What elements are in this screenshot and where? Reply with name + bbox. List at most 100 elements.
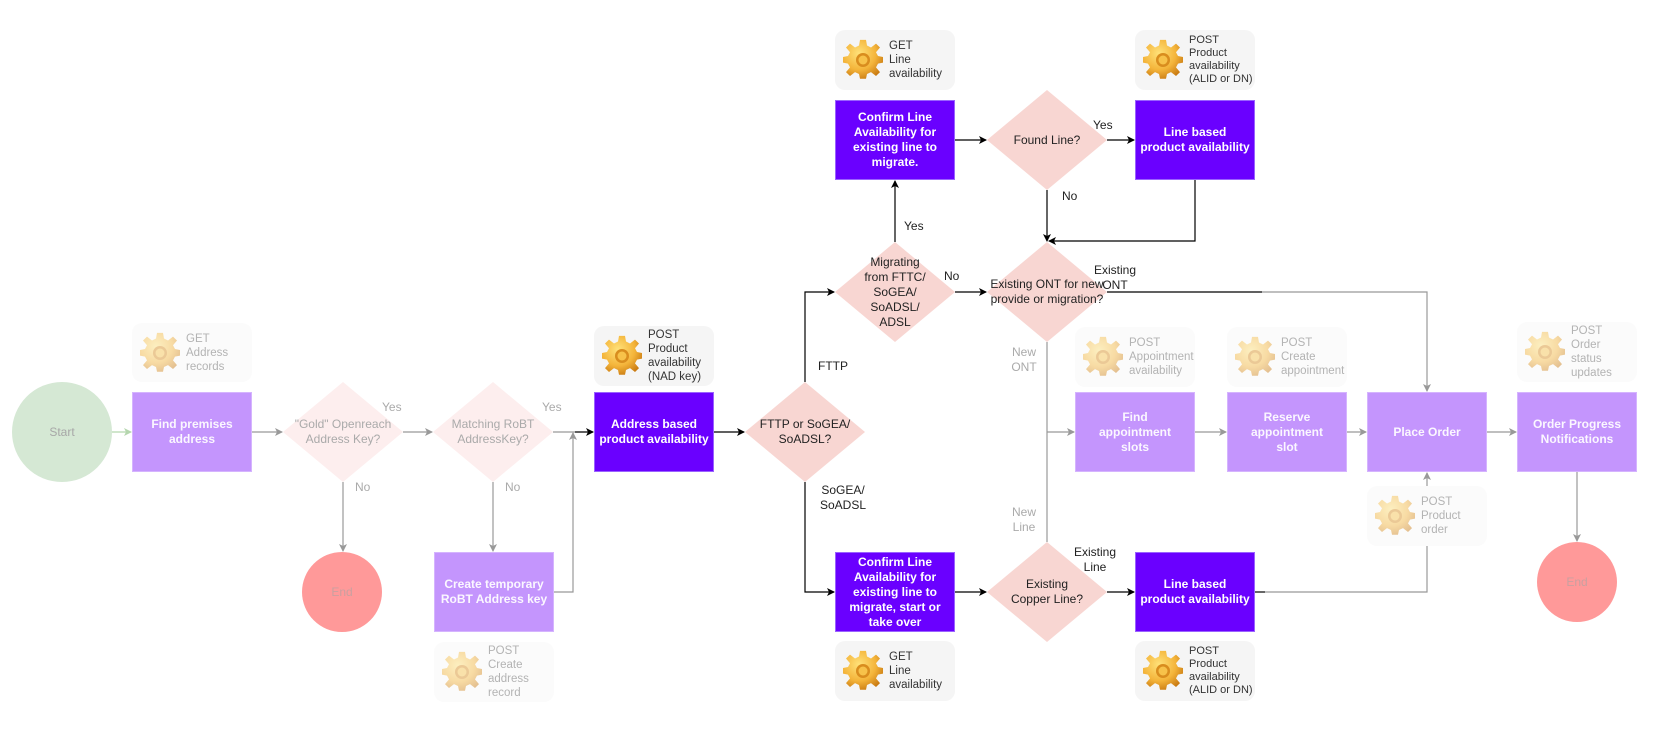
migrating-label: Migrating from FTTC/ SoGEA/ SoADSL/ ADSL — [864, 254, 926, 329]
api-post-appointment-availability[interactable]: POST Appointment availability — [1075, 327, 1195, 387]
create-temp-key-process[interactable]: Create temporary RoBT Address key — [434, 552, 554, 632]
gold-no-label: No — [355, 480, 371, 494]
sogea-label: SoGEA/ SoADSL — [819, 483, 867, 512]
api-line: Line — [889, 665, 911, 677]
confirm-line-top-process[interactable]: Confirm Line Availability for existing l… — [835, 100, 955, 180]
api-line: updates — [1571, 367, 1612, 379]
gear-icon — [1373, 494, 1417, 538]
api-line: availability — [1189, 671, 1240, 683]
api-method: GET — [186, 332, 210, 345]
api-post-create-address[interactable]: POST Create address record — [434, 642, 554, 702]
existing-ont-edge-label: Existing ONT — [1093, 263, 1137, 292]
api-line: (ALID or DN) — [1189, 684, 1253, 696]
gear-icon — [440, 650, 484, 694]
end-final-label: End — [1566, 574, 1588, 589]
place-order-process[interactable]: Place Order — [1367, 392, 1487, 472]
api-get-line-top[interactable]: GET Line availability — [835, 30, 955, 90]
end-address-label: End — [331, 584, 353, 599]
api-line: Create — [488, 659, 523, 671]
start-label: Start — [49, 424, 75, 439]
existing-line-label: Existing Line — [1073, 545, 1117, 574]
api-method: POST — [1189, 34, 1219, 46]
api-post-create-appointment[interactable]: POST Create appointment — [1227, 327, 1347, 387]
api-line: Appointment — [1129, 351, 1194, 363]
api-post-product-alid-bottom[interactable]: POST Product availability (ALID or DN) — [1135, 641, 1255, 701]
api-line: availability — [1189, 60, 1240, 72]
api-line: (ALID or DN) — [1189, 73, 1253, 85]
api-post-product-order[interactable]: POST Product order — [1367, 486, 1487, 546]
api-line: record — [488, 687, 521, 699]
api-post-product-alid-top[interactable]: POST Product availability (ALID or DN) — [1135, 30, 1255, 90]
end-node-address[interactable]: End — [302, 552, 382, 632]
api-line: Product — [1189, 658, 1227, 670]
order-progress-label: Order Progress Notifications — [1532, 417, 1622, 446]
gear-icon — [1523, 330, 1567, 374]
found-yes-label: Yes — [1093, 118, 1113, 132]
fttp-sogea-label: FTTP or SoGEA/ SoADSL? — [759, 417, 851, 446]
find-slots-process[interactable]: Find appointment slots — [1075, 392, 1195, 472]
address-based-label: Address based product availability — [599, 417, 709, 446]
confirm-line-bottom-process[interactable]: Confirm Line Availability for existing l… — [835, 552, 955, 632]
migrating-no-label: No — [944, 269, 960, 283]
gear-icon — [1081, 335, 1125, 379]
order-progress-process[interactable]: Order Progress Notifications — [1517, 392, 1637, 472]
api-line: appointment — [1281, 365, 1345, 377]
line-based-top-process[interactable]: Line based product availability — [1135, 100, 1255, 180]
edge-create-join — [554, 432, 577, 593]
place-order-label: Place Order — [1393, 424, 1461, 439]
api-line: (NAD key) — [648, 371, 702, 383]
gear-icon — [138, 331, 182, 375]
matching-key-decision[interactable]: Matching RoBT AddressKey? — [433, 382, 553, 482]
gold-key-label: "Gold" Openreach Address Key? — [294, 417, 392, 446]
api-method: GET — [889, 40, 913, 52]
api-line: availability — [889, 679, 943, 691]
api-method: POST — [1281, 337, 1313, 349]
gear-icon — [1233, 335, 1277, 379]
existing-copper-label: Existing Copper Line? — [1010, 577, 1084, 606]
create-temp-key-label: Create temporary RoBT Address key — [440, 577, 548, 606]
start-node[interactable]: Start — [12, 382, 112, 482]
api-method: POST — [1129, 337, 1161, 349]
migrating-yes-label: Yes — [904, 219, 924, 233]
api-line: records — [186, 360, 225, 373]
gold-yes-label: Yes — [382, 400, 402, 414]
find-premises-process[interactable]: Find premises address — [132, 392, 252, 472]
confirm-line-top-label: Confirm Line Availability for existing l… — [852, 110, 937, 169]
api-method: POST — [488, 645, 520, 657]
api-line: Product — [1189, 47, 1227, 59]
new-ont-label: New ONT — [1011, 345, 1037, 374]
address-based-process[interactable]: Address based product availability — [594, 392, 714, 472]
api-line: Line — [889, 54, 911, 66]
reserve-slot-process[interactable]: Reserve appointment slot — [1227, 392, 1347, 472]
confirm-line-bottom-label: Confirm Line Availability for existing l… — [849, 554, 941, 629]
api-line: Address — [186, 346, 229, 359]
api-get-address[interactable]: GET Address records — [132, 323, 252, 382]
fttp-sogea-decision[interactable]: FTTP or SoGEA/ SoADSL? — [745, 382, 865, 482]
api-method: POST — [1571, 325, 1603, 337]
matching-yes-label: Yes — [542, 400, 562, 414]
api-method: GET — [889, 651, 913, 663]
api-get-line-bottom[interactable]: GET Line availability — [835, 641, 955, 701]
migrating-decision[interactable]: Migrating from FTTC/ SoGEA/ SoADSL/ ADSL — [835, 242, 955, 342]
api-line: Product — [648, 343, 688, 355]
api-post-order-status[interactable]: POST Order status updates — [1517, 322, 1637, 382]
api-line: availability — [1129, 365, 1183, 377]
api-line: availability — [889, 68, 943, 80]
matching-no-label: No — [505, 480, 521, 494]
fttp-label: FTTP — [818, 359, 848, 373]
end-node-final[interactable]: End — [1537, 542, 1617, 622]
line-based-bottom-process[interactable]: Line based product availability — [1135, 552, 1255, 632]
gear-icon — [841, 38, 885, 82]
gear-icon — [600, 334, 644, 378]
api-line: address — [488, 673, 529, 685]
matching-key-label: Matching RoBT AddressKey? — [451, 417, 535, 446]
found-line-label: Found Line? — [1013, 132, 1081, 147]
api-line: Order — [1571, 339, 1601, 351]
find-slots-label: Find appointment slots — [1099, 409, 1171, 454]
gold-key-decision[interactable]: "Gold" Openreach Address Key? — [283, 382, 403, 482]
found-line-decision[interactable]: Found Line? — [987, 90, 1107, 190]
reserve-slot-label: Reserve appointment slot — [1251, 409, 1323, 454]
api-line: Product — [1421, 510, 1461, 522]
find-premises-label: Find premises address — [151, 417, 233, 446]
api-post-product-nad[interactable]: POST Product availability (NAD key) — [594, 326, 714, 386]
